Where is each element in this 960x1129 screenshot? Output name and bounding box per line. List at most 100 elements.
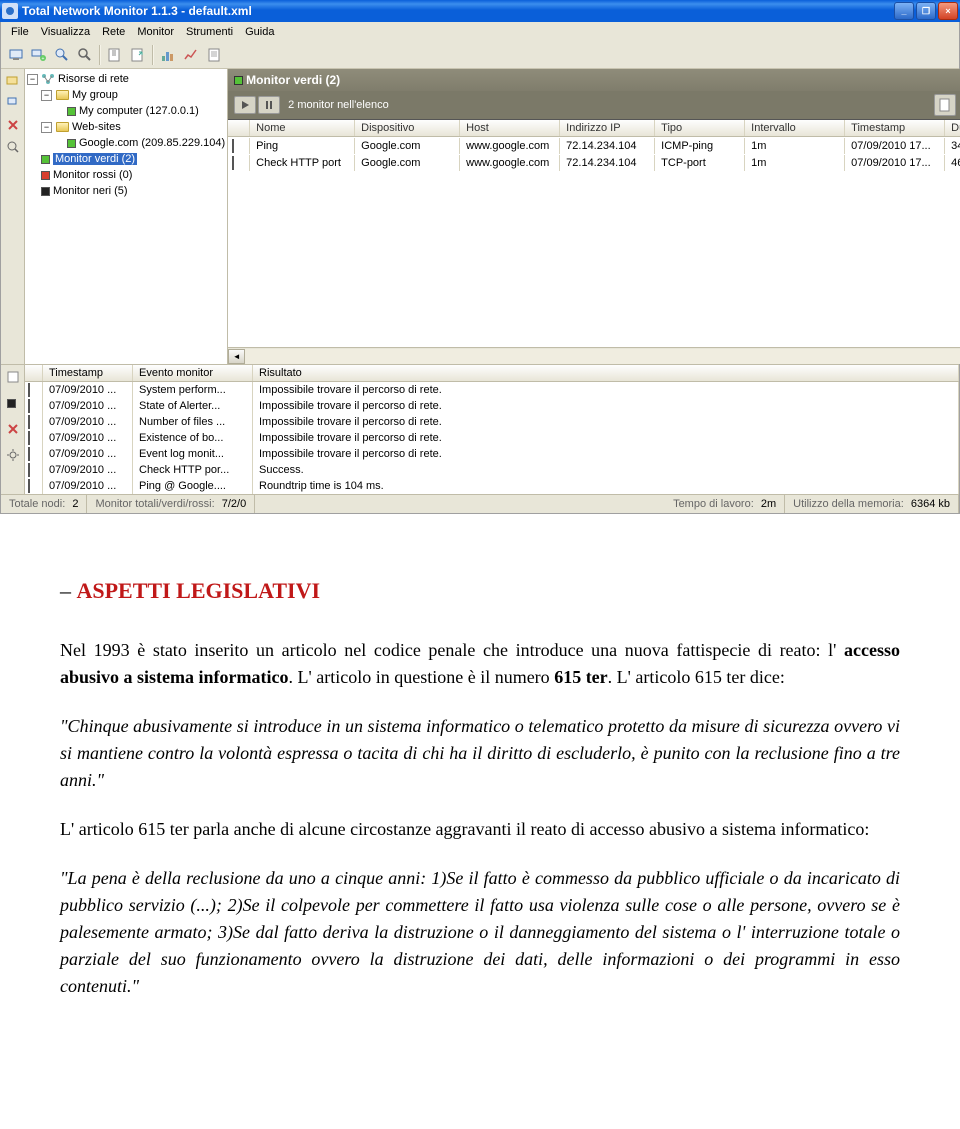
add-device-icon[interactable]: +: [28, 44, 50, 66]
monitor-row[interactable]: Check HTTP portGoogle.comwww.google.com7…: [228, 154, 960, 171]
doc-icon[interactable]: [934, 94, 956, 116]
document-body: ASPETTI LEGISLATIVI Nel 1993 è stato ins…: [0, 514, 960, 1042]
doc-paragraph: L' articolo 615 ter parla anche di alcun…: [60, 816, 900, 843]
network-icon: [41, 73, 55, 85]
window-titlebar: Total Network Monitor 1.1.3 - default.xm…: [0, 0, 960, 22]
add-monitor-icon[interactable]: [51, 44, 73, 66]
horizontal-scrollbar[interactable]: ◄ ►: [228, 347, 960, 364]
event-row[interactable]: 07/09/2010 ...System perform...Impossibi…: [25, 382, 959, 398]
tree-host-label: Google.com (209.85.229.104): [79, 137, 225, 149]
content-pane: Monitor verdi (2) 2 monitor nell'elenco: [228, 69, 960, 364]
col-timestamp[interactable]: Timestamp: [43, 365, 133, 381]
col-durata[interactable]: Durat.: [945, 120, 960, 136]
status-green-icon: [28, 463, 30, 477]
delete-icon[interactable]: [3, 115, 23, 135]
doc-quote: "La pena è della reclusione da uno a cin…: [60, 865, 900, 1000]
add-group-icon[interactable]: [3, 71, 23, 91]
folder-icon: [55, 121, 69, 133]
group-title: Monitor verdi (2): [246, 73, 340, 87]
col-intervallo[interactable]: Intervallo: [745, 120, 845, 136]
doc-heading: ASPETTI LEGISLATIVI: [60, 574, 900, 607]
status-black-icon: [41, 187, 50, 196]
col-evento[interactable]: Evento monitor: [133, 365, 253, 381]
tree-filter-black[interactable]: Monitor neri (5): [27, 183, 225, 199]
device-tree[interactable]: − Risorse di rete − My group My computer…: [25, 69, 227, 364]
status-bar: Totale nodi: 2 Monitor totali/verdi/ross…: [1, 494, 959, 513]
play-button[interactable]: [234, 96, 256, 114]
log-view-icon[interactable]: [3, 367, 23, 387]
event-row[interactable]: 07/09/2010 ...Existence of bo...Impossib…: [25, 430, 959, 446]
menu-strumenti[interactable]: Strumenti: [180, 24, 239, 40]
monitor-row[interactable]: PingGoogle.comwww.google.com72.14.234.10…: [228, 137, 960, 154]
menu-guida[interactable]: Guida: [239, 24, 280, 40]
col-nome[interactable]: Nome: [250, 120, 355, 136]
status-nodes: Totale nodi: 2: [1, 495, 87, 513]
col-ip[interactable]: Indirizzo IP: [560, 120, 655, 136]
close-button[interactable]: ×: [938, 2, 958, 20]
pause-button[interactable]: [258, 96, 280, 114]
status-green-icon: [232, 139, 234, 153]
svg-text:+: +: [42, 56, 45, 62]
tree-host[interactable]: My computer (127.0.0.1): [27, 103, 225, 119]
folder-icon: [55, 89, 69, 101]
monitor-table-header: Nome Dispositivo Host Indirizzo IP Tipo …: [228, 120, 960, 137]
menu-visualizza[interactable]: Visualizza: [35, 24, 96, 40]
search-icon[interactable]: [74, 44, 96, 66]
events-toolbar: [1, 365, 25, 494]
col-risultato[interactable]: Risultato: [253, 365, 959, 381]
tree-host[interactable]: Google.com (209.85.229.104): [27, 135, 225, 151]
event-row[interactable]: 07/09/2010 ...Number of files ...Impossi…: [25, 414, 959, 430]
minimize-button[interactable]: _: [894, 2, 914, 20]
scan-network-icon[interactable]: [5, 44, 27, 66]
tree-group[interactable]: − My group: [27, 87, 225, 103]
scroll-left-icon[interactable]: ◄: [228, 349, 245, 364]
status-memory: Utilizzo della memoria: 6364 kb: [785, 495, 959, 513]
window-title: Total Network Monitor 1.1.3 - default.xm…: [22, 4, 894, 18]
tree-host-label: My computer (127.0.0.1): [79, 105, 199, 117]
event-row[interactable]: 07/09/2010 ...State of Alerter...Impossi…: [25, 398, 959, 414]
events-table-header: Timestamp Evento monitor Risultato: [25, 365, 959, 382]
event-row[interactable]: 07/09/2010 ...Event log monit...Impossib…: [25, 446, 959, 462]
menu-file[interactable]: File: [5, 24, 35, 40]
status-black-icon: [28, 399, 30, 413]
menu-rete[interactable]: Rete: [96, 24, 131, 40]
event-row[interactable]: 07/09/2010 ...Check HTTP por...Success.: [25, 462, 959, 478]
tree-group[interactable]: − Web-sites: [27, 119, 225, 135]
scan-icon[interactable]: [3, 137, 23, 157]
status-green-icon: [232, 156, 234, 170]
tree-filter-label: Monitor rossi (0): [53, 169, 132, 181]
tree-root-label: Risorse di rete: [58, 73, 129, 85]
event-row[interactable]: 07/09/2010 ...Ping @ Google....Roundtrip…: [25, 478, 959, 494]
tree-filter-label: Monitor neri (5): [53, 185, 128, 197]
stats-icon[interactable]: [180, 44, 202, 66]
sidebar-toolbar: [1, 69, 25, 364]
group-header: Monitor verdi (2) 2 monitor nell'elenco: [228, 69, 960, 120]
monitor-table[interactable]: Nome Dispositivo Host Indirizzo IP Tipo …: [228, 120, 960, 347]
maximize-button[interactable]: ❐: [916, 2, 936, 20]
export-icon[interactable]: [127, 44, 149, 66]
col-tipo[interactable]: Tipo: [655, 120, 745, 136]
menu-monitor[interactable]: Monitor: [131, 24, 180, 40]
tree-root[interactable]: − Risorse di rete: [27, 71, 225, 87]
main-area: − Risorse di rete − My group My computer…: [1, 69, 959, 364]
events-table[interactable]: Timestamp Evento monitor Risultato 07/09…: [25, 365, 959, 494]
status-monitors: Monitor totali/verdi/rossi: 7/2/0: [87, 495, 255, 513]
doc-quote: "Chinque abusivamente si introduce in un…: [60, 713, 900, 794]
col-timestamp[interactable]: Timestamp: [845, 120, 945, 136]
col-dispositivo[interactable]: Dispositivo: [355, 120, 460, 136]
sidebar: − Risorse di rete − My group My computer…: [1, 69, 228, 364]
settings-icon[interactable]: [3, 445, 23, 465]
col-host[interactable]: Host: [460, 120, 560, 136]
log-icon[interactable]: [203, 44, 225, 66]
delete-log-icon[interactable]: [3, 419, 23, 439]
status-black-icon: [28, 447, 30, 461]
import-icon[interactable]: [104, 44, 126, 66]
add-host-icon[interactable]: [3, 93, 23, 113]
tree-filter-green[interactable]: Monitor verdi (2): [27, 151, 225, 167]
status-green-icon: [234, 76, 243, 85]
status-black-icon: [28, 383, 30, 397]
chart-icon[interactable]: [157, 44, 179, 66]
filter-black-icon[interactable]: [3, 393, 23, 413]
status-black-icon: [28, 415, 30, 429]
tree-filter-red[interactable]: Monitor rossi (0): [27, 167, 225, 183]
